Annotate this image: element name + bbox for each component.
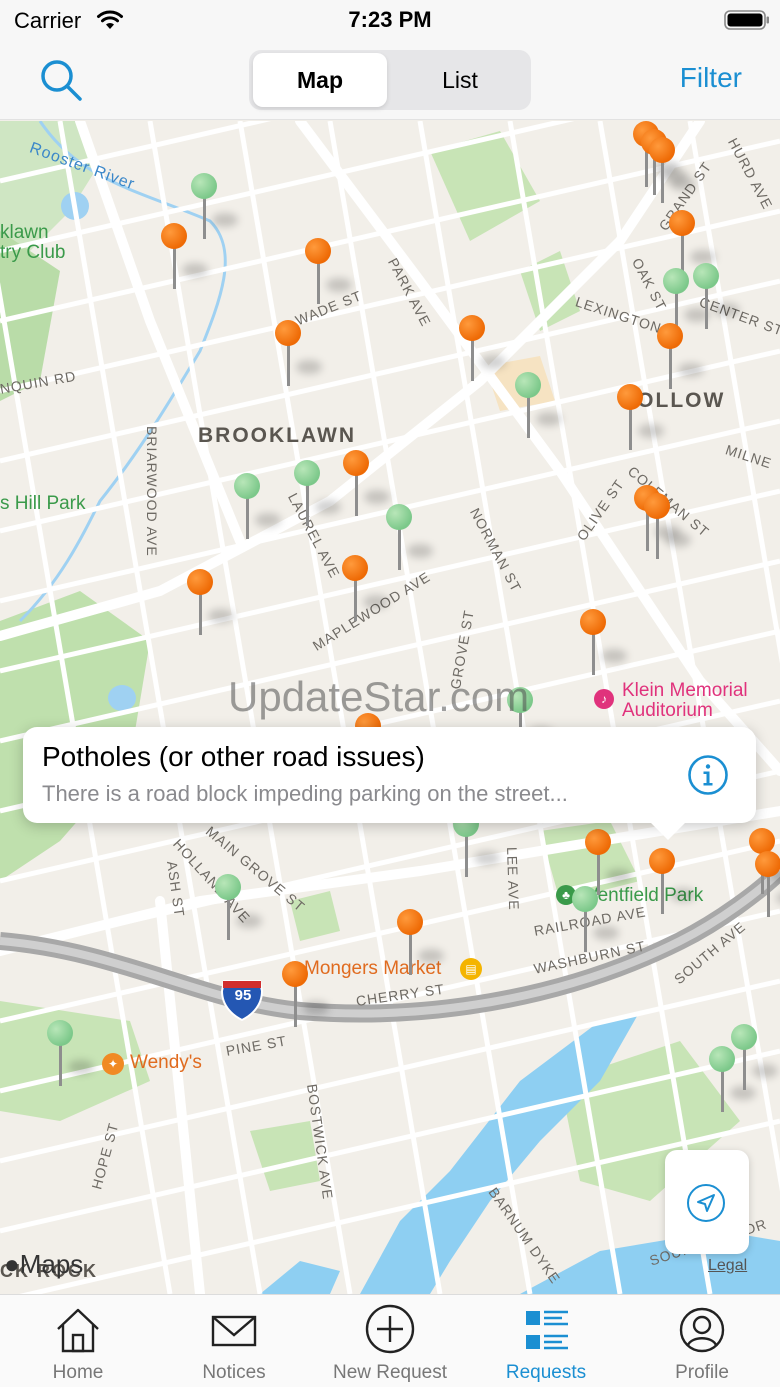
request-pin[interactable] — [396, 909, 444, 979]
request-pin[interactable] — [616, 384, 664, 454]
pin-callout[interactable]: Potholes (or other road issues) There is… — [23, 727, 756, 823]
request-pin[interactable] — [281, 961, 329, 1031]
legal-link[interactable]: Legal — [708, 1257, 747, 1275]
request-pin[interactable] — [514, 372, 562, 442]
request-pin[interactable] — [160, 223, 208, 293]
request-pin[interactable] — [385, 504, 433, 574]
location-arrow-icon — [687, 1184, 725, 1222]
battery-icon — [724, 10, 769, 30]
apple-logo-icon: ● — [4, 1249, 20, 1279]
request-pin[interactable] — [730, 1024, 778, 1094]
interstate-95-label: 95 — [234, 987, 252, 1004]
request-pin[interactable] — [656, 323, 704, 393]
request-pin[interactable] — [274, 320, 322, 390]
list-icon — [526, 1310, 568, 1350]
request-pin[interactable] — [214, 874, 262, 944]
wendys-label: Wendy's — [130, 1052, 202, 1073]
country-club-label: klawn try Club — [0, 222, 66, 263]
request-pin[interactable] — [190, 173, 238, 243]
request-pin[interactable] — [46, 1020, 94, 1090]
store-icon: ▤ — [460, 958, 482, 980]
watermark: UpdateStar.com — [228, 673, 530, 720]
maps-logo: ●Maps — [4, 1249, 83, 1280]
request-pin[interactable] — [304, 238, 352, 308]
tab-bar: Home Notices New Request Requests Profil… — [0, 1294, 780, 1387]
tab-requests-label: Requests — [505, 1362, 587, 1383]
tab-requests[interactable]: Requests — [468, 1295, 624, 1387]
tab-profile[interactable]: Profile — [624, 1295, 780, 1387]
search-icon[interactable] — [38, 58, 86, 104]
current-location-button[interactable] — [665, 1150, 749, 1254]
request-pin[interactable] — [692, 263, 740, 333]
status-time: 7:23 PM — [348, 7, 432, 32]
request-pin[interactable] — [458, 315, 506, 385]
plus-circle-icon — [365, 1304, 415, 1354]
request-pin[interactable] — [643, 493, 691, 563]
request-pin[interactable] — [233, 473, 281, 543]
request-pin[interactable] — [648, 848, 696, 918]
callout-subtitle: There is a road block impeding parking o… — [42, 781, 568, 806]
tab-home[interactable]: Home — [0, 1295, 156, 1387]
person-circle-icon — [679, 1307, 725, 1353]
music-venue-icon: ♪ — [594, 689, 614, 709]
status-bar: Carrier 7:23 PM — [0, 0, 780, 42]
request-pin[interactable] — [579, 609, 627, 679]
map-segment[interactable]: Map — [253, 53, 387, 107]
envelope-icon — [211, 1315, 257, 1347]
hill-park-label: s Hill Park — [0, 493, 86, 514]
navigation-bar: Map List Filter — [0, 42, 780, 120]
map-view[interactable]: Rooster River klawn try Club NQUIN RD BR… — [0, 121, 780, 1294]
tab-new-request-label: New Request — [332, 1362, 448, 1383]
request-pin[interactable] — [342, 450, 390, 520]
maps-logo-text: Maps — [19, 1249, 84, 1279]
filter-button[interactable]: Filter — [680, 62, 742, 94]
briarwood-ave-label: BRIARWOOD AVE — [144, 426, 160, 557]
tab-new-request[interactable]: New Request — [312, 1295, 468, 1387]
callout-title: Potholes (or other road issues) — [42, 741, 425, 772]
tab-home-label: Home — [52, 1362, 104, 1383]
request-pin[interactable] — [341, 555, 389, 625]
brooklawn-label: BROOKLAWN — [198, 424, 356, 447]
request-pin[interactable] — [754, 851, 780, 921]
info-icon[interactable] — [687, 754, 729, 796]
tab-profile-label: Profile — [675, 1362, 729, 1383]
request-pin[interactable] — [186, 569, 234, 639]
home-icon — [57, 1308, 99, 1353]
request-pin[interactable] — [293, 460, 341, 530]
request-pin[interactable] — [571, 886, 619, 956]
restaurant-icon: ✦ — [102, 1053, 124, 1075]
list-segment[interactable]: List — [393, 53, 527, 107]
klein-auditorium-label: Klein Memorial Auditorium — [622, 680, 748, 721]
tab-notices-label: Notices — [202, 1362, 266, 1383]
app-root: Carrier 7:23 PM Map List Filter Rooster … — [0, 0, 780, 1387]
tab-notices[interactable]: Notices — [156, 1295, 312, 1387]
lee-ave-label: LEE AVE — [504, 846, 523, 911]
view-mode-segmented-control: Map List — [249, 50, 531, 110]
request-pin[interactable] — [648, 137, 696, 207]
